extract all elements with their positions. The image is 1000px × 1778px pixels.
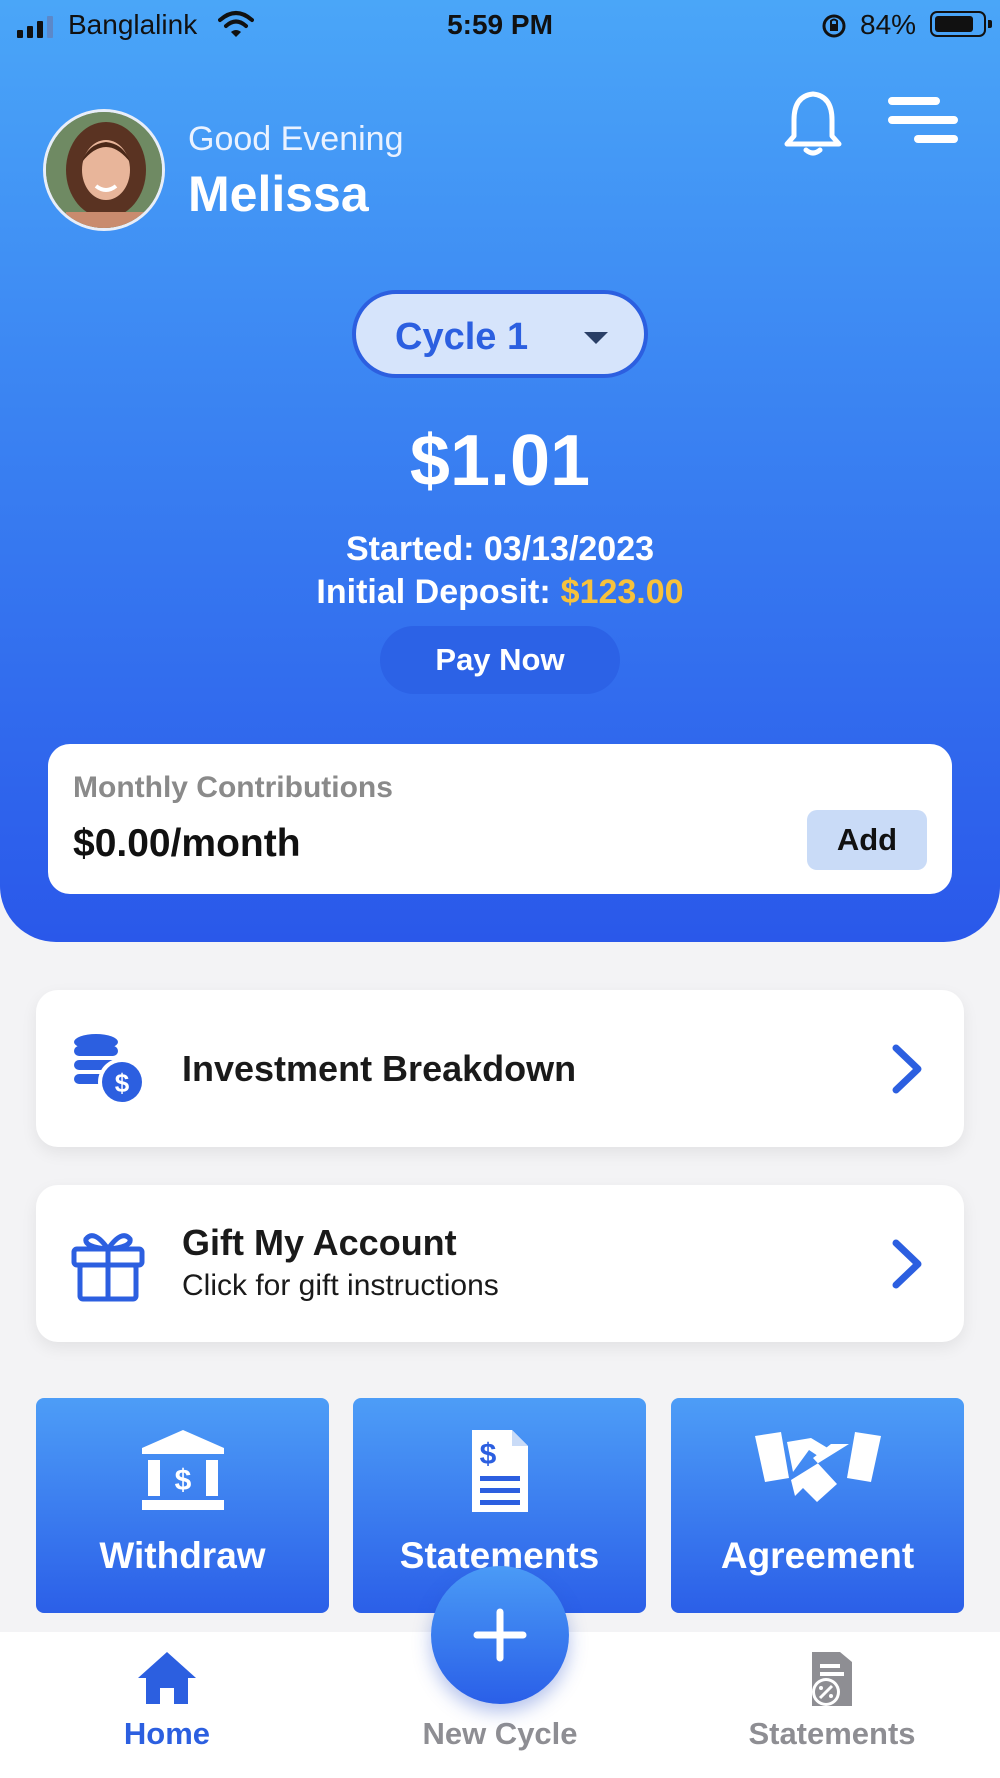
withdraw-tile[interactable]: $ Withdraw (36, 1398, 329, 1613)
home-icon (138, 1652, 196, 1704)
bell-icon[interactable] (782, 88, 844, 158)
agreement-tile[interactable]: Agreement (671, 1398, 964, 1613)
handshake-icon (754, 1432, 881, 1502)
battery-icon (930, 11, 992, 37)
bank-icon: $ (141, 1430, 224, 1510)
cycle-dropdown[interactable]: Cycle 1 (352, 290, 648, 378)
initial-deposit-value: $123.00 (560, 573, 684, 611)
initial-deposit: Initial Deposit: $123.00 (0, 573, 1000, 612)
gift-account-title: Gift My Account (182, 1222, 457, 1263)
gift-account-subtitle: Click for gift instructions (182, 1269, 499, 1302)
avatar[interactable] (43, 109, 165, 231)
battery-percent: 84% (860, 9, 917, 40)
add-button[interactable]: Add (807, 810, 927, 870)
rotation-lock-icon (822, 14, 846, 38)
status-bar: Banglalink 5:59 PM 84% (0, 0, 1000, 50)
svg-text:$: $ (479, 1438, 496, 1471)
plus-icon (473, 1608, 527, 1662)
agreement-label: Agreement (720, 1535, 915, 1576)
statements-receipt-icon (812, 1652, 852, 1706)
tab-statements-label: Statements (748, 1716, 916, 1751)
tab-home-label: Home (123, 1716, 211, 1751)
clock: 5:59 PM (447, 9, 553, 40)
investment-breakdown-title: Investment Breakdown (182, 1048, 577, 1089)
gift-account-card[interactable]: Gift My Account Click for gift instructi… (36, 1185, 964, 1342)
investment-breakdown-card[interactable]: $ Investment Breakdown (36, 990, 964, 1147)
monthly-title: Monthly Contributions (73, 771, 393, 804)
pay-now-button[interactable]: Pay Now (380, 626, 620, 694)
started-date: Started: 03/13/2023 (345, 530, 655, 568)
monthly-contributions-card: Monthly Contributions $0.00/month Add (48, 744, 952, 894)
chevron-right-icon (892, 1044, 922, 1094)
chevron-right-icon (892, 1239, 922, 1289)
tab-statements[interactable]: Statements (722, 1632, 942, 1778)
svg-text:$: $ (115, 1068, 130, 1098)
user-name: Melissa (188, 166, 369, 222)
withdraw-label: Withdraw (99, 1535, 266, 1576)
tab-new-cycle-label: New Cycle (422, 1716, 578, 1751)
tab-home[interactable]: Home (57, 1632, 277, 1778)
initial-deposit-label: Initial Deposit: (316, 573, 551, 611)
monthly-value: $0.00/month (73, 822, 301, 865)
balance-amount: $1.01 (409, 421, 591, 501)
cycle-label: Cycle 1 (395, 316, 529, 358)
menu-icon[interactable] (888, 96, 960, 148)
new-cycle-fab[interactable] (431, 1566, 569, 1704)
caret-down-icon (584, 332, 608, 344)
document-dollar-icon: $ (471, 1430, 528, 1512)
gift-icon (71, 1233, 145, 1302)
svg-text:$: $ (174, 1464, 191, 1497)
coins-dollar-icon: $ (74, 1034, 146, 1106)
greeting-text: Good Evening (188, 120, 404, 158)
